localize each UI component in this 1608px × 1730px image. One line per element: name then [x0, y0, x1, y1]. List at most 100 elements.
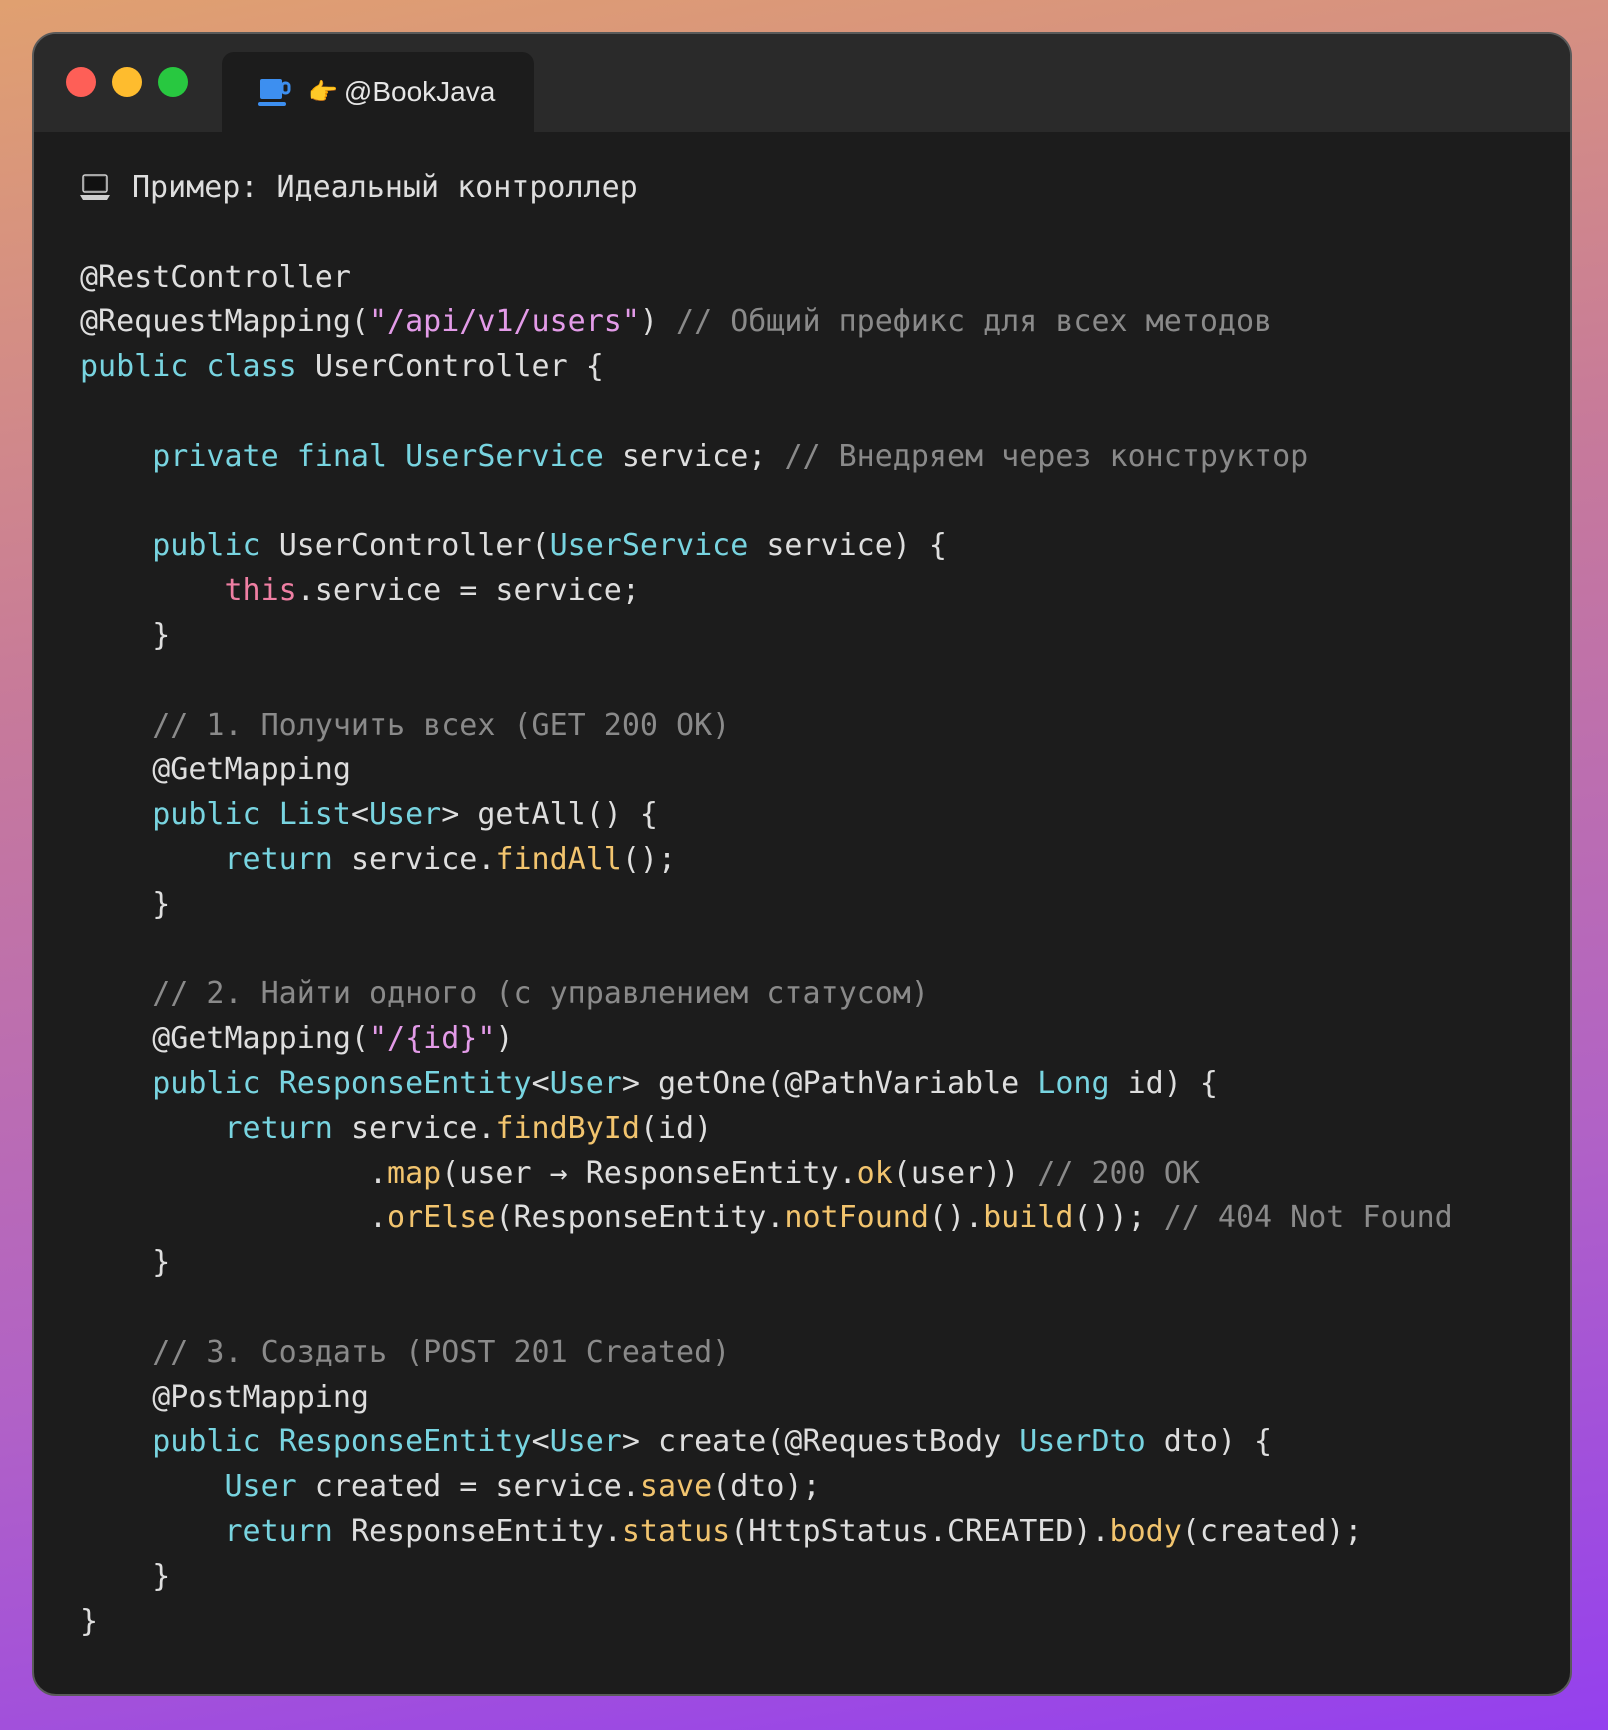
code-line: private final UserService service; // Вн…	[80, 435, 1570, 480]
code-token: > getAll() {	[441, 797, 658, 833]
code-token: private final	[152, 438, 406, 474]
code-token: public class	[80, 349, 315, 385]
code-token: UserService	[549, 528, 749, 564]
code-token: }	[80, 886, 171, 922]
code-token: return	[224, 1513, 351, 1549]
maximize-button[interactable]	[158, 67, 188, 97]
code-token: UserDto	[1019, 1424, 1146, 1460]
code-token: ().	[928, 1200, 984, 1236]
code-token: @RestController	[80, 259, 351, 295]
code-token: User	[369, 797, 442, 833]
code-line: }	[80, 614, 1570, 659]
code-token: (HttpStatus.CREATED).	[730, 1513, 1110, 1549]
code-token: notFound	[784, 1200, 929, 1236]
code-token: body	[1109, 1513, 1182, 1549]
code-token: (id)	[639, 1110, 713, 1146]
code-token: // 3. Создать (POST 201 Created)	[152, 1334, 731, 1370]
code-token: created = service.	[296, 1469, 640, 1505]
minimize-button[interactable]	[112, 67, 142, 97]
code-token: service) {	[748, 528, 947, 564]
code-token: dto) {	[1145, 1424, 1273, 1460]
code-line: @RequestMapping("/api/v1/users") // Общи…	[80, 300, 1570, 345]
code-token: public	[152, 1424, 279, 1460]
code-line: }	[80, 1241, 1570, 1286]
code-block: Пример: Идеальный контроллер @RestControl…	[80, 166, 1570, 1644]
code-token: .	[80, 1155, 388, 1191]
code-token: public	[152, 1065, 279, 1101]
code-token: List	[278, 797, 351, 833]
code-line: .map(user → ResponseEntity.ok(user)) // …	[80, 1152, 1570, 1197]
code-token: service.	[350, 1110, 496, 1146]
code-token: // Внедряем через конструктор	[784, 438, 1309, 474]
code-line: @PostMapping	[80, 1376, 1570, 1421]
code-line: public ResponseEntity<User> getOne(@Path…	[80, 1062, 1570, 1107]
code-line: @GetMapping	[80, 748, 1570, 793]
code-token: }	[80, 1245, 171, 1281]
code-line: Пример: Идеальный контроллер	[80, 166, 1570, 211]
code-line: return service.findById(id)	[80, 1107, 1570, 1152]
code-token: this	[224, 573, 297, 609]
code-token: ();	[621, 841, 677, 877]
code-line: // 2. Найти одного (с управлением статус…	[80, 972, 1570, 1017]
code-token: }	[80, 617, 171, 653]
code-line: @GetMapping("/{id}")	[80, 1017, 1570, 1062]
code-token: > getOne(@PathVariable	[621, 1065, 1038, 1101]
code-token: build	[983, 1200, 1074, 1236]
code-token: User	[549, 1065, 622, 1101]
code-token: <	[350, 797, 369, 833]
code-line: }	[80, 883, 1570, 928]
code-token: ResponseEntity.	[350, 1513, 622, 1549]
code-token: ResponseEntity	[278, 1424, 532, 1460]
code-token: // 200 OK	[1037, 1155, 1200, 1191]
code-token: service;	[603, 438, 785, 474]
code-token: User	[549, 1424, 622, 1460]
code-token: Long	[1037, 1065, 1110, 1101]
code-window: 👉 @BookJava Пример: Идеальный контроллер…	[32, 32, 1572, 1696]
code-token: "/{id}"	[368, 1021, 496, 1057]
code-token: UserController(	[278, 528, 550, 564]
code-token: <	[531, 1424, 550, 1460]
code-line: // 3. Создать (POST 201 Created)	[80, 1331, 1570, 1376]
code-token: return	[224, 1110, 351, 1146]
code-line: public ResponseEntity<User> create(@Requ…	[80, 1420, 1570, 1465]
code-token: status	[621, 1513, 731, 1549]
code-line: }	[80, 1555, 1570, 1600]
tab-bookjava[interactable]: 👉 @BookJava	[222, 52, 534, 132]
code-token: @RequestMapping(	[80, 304, 369, 340]
code-token: Пример: Идеальный контроллер	[132, 170, 638, 205]
code-token: }	[80, 1558, 171, 1594]
code-token: > create(@RequestBody	[621, 1424, 1020, 1460]
code-token: public	[152, 528, 279, 564]
code-line: public class UserController {	[80, 345, 1570, 390]
code-token: UserService	[405, 438, 604, 474]
code-token: public	[152, 797, 279, 833]
code-token: ok	[856, 1155, 893, 1191]
code-token: (created);	[1181, 1513, 1363, 1549]
laptop-icon	[80, 170, 110, 200]
code-token: findAll	[495, 841, 622, 877]
code-line: // 1. Получить всех (GET 200 OK)	[80, 704, 1570, 749]
code-token: ResponseEntity	[278, 1065, 532, 1101]
pointing-hand-icon: 👉	[308, 78, 338, 106]
close-button[interactable]	[66, 67, 96, 97]
code-line: User created = service.save(dto);	[80, 1465, 1570, 1510]
code-line: public List<User> getAll() {	[80, 793, 1570, 838]
code-token: id) {	[1109, 1065, 1218, 1101]
code-line: .orElse(ResponseEntity.notFound().build(…	[80, 1196, 1570, 1241]
title-bar: 👉 @BookJava	[34, 34, 1570, 132]
code-token: map	[387, 1155, 442, 1191]
code-line: this.service = service;	[80, 569, 1570, 614]
